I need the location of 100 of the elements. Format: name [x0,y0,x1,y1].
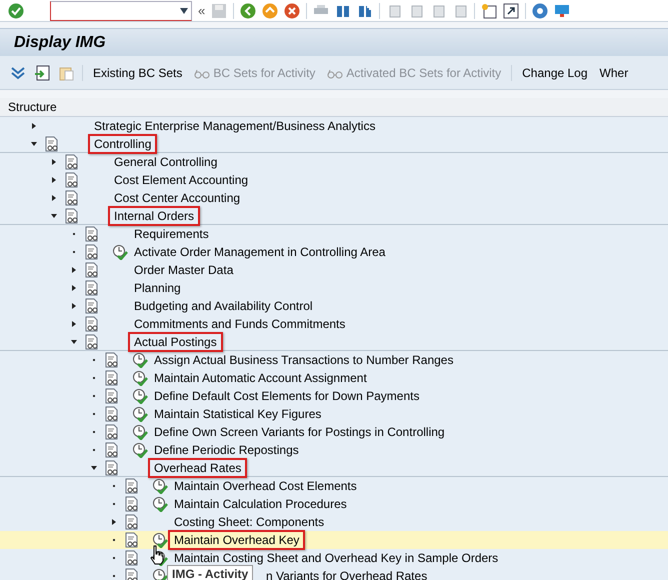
back-icon[interactable] [240,2,256,18]
expand-arrow-icon[interactable] [50,158,58,166]
tree-item[interactable]: Costing Sheet: Components [168,512,330,532]
tree-item[interactable]: Cost Element Accounting [108,170,254,190]
expand-arrow-icon[interactable] [70,302,78,310]
shortcut-icon[interactable] [503,2,520,18]
screen-title: Display IMG [14,32,106,52]
documentation-icon [124,532,140,548]
documentation-icon [104,424,120,440]
execute-activity-icon[interactable] [132,406,148,422]
checkmark-icon[interactable] [8,2,24,18]
documentation-icon [104,460,120,476]
tree-item[interactable]: Actual Postings [128,332,223,352]
new-session-icon[interactable] [481,2,498,18]
collapse-arrow-icon[interactable] [50,212,58,220]
documentation-icon [84,226,100,242]
execute-activity-icon[interactable] [152,568,168,580]
execute-activity-icon[interactable] [132,424,148,440]
bullet-icon [72,232,76,236]
toolbar-button[interactable]: Change Log [520,64,590,82]
expand-arrow-icon[interactable] [70,266,78,274]
tree-item[interactable]: Internal Orders [108,206,200,226]
expand-all-icon[interactable] [10,64,26,80]
documentation-icon [84,316,100,332]
documentation-icon [64,172,80,188]
collapse-arrow-icon[interactable] [30,140,38,148]
bullet-icon [72,250,76,254]
documentation-icon [104,370,120,386]
documentation-icon [124,550,140,566]
execute-activity-icon[interactable] [132,352,148,368]
transfer-icon[interactable] [34,64,50,80]
expand-arrow-icon[interactable] [70,320,78,328]
tree-item[interactable]: Planning [128,278,187,298]
bullet-icon [92,448,96,452]
execute-activity-icon[interactable] [132,388,148,404]
tree-item[interactable]: Cost Center Accounting [108,188,246,208]
execute-activity-icon[interactable] [132,370,148,386]
monitor-icon[interactable] [554,2,570,18]
tree-item[interactable]: Controlling [88,134,158,154]
documentation-icon [124,496,140,512]
tree-item[interactable]: General Controlling [108,152,224,172]
collapse-arrow-icon[interactable] [70,338,78,346]
documentation-icon [104,442,120,458]
selected-row[interactable]: Maintain Overhead Key [0,531,668,549]
documentation-icon [84,334,100,350]
documentation-icon [84,280,100,296]
tree-item[interactable]: Order Master Data [128,260,240,280]
documentation-icon [64,154,80,170]
tree-item[interactable]: Strategic Enterprise Management/Business Analytics [88,116,382,136]
bullet-icon [112,538,116,542]
documentation-icon [44,136,60,152]
tree-item[interactable]: n Variants for Overhead Rates [260,566,434,580]
cancel-icon[interactable] [284,2,300,18]
command-field[interactable] [50,0,192,20]
help-icon[interactable] [532,2,548,18]
tree-item[interactable]: Requirements [128,224,215,244]
bullet-icon [112,502,116,506]
bullet-icon [92,358,96,362]
tree-item[interactable]: Activate Order Management in Controlling Area [128,242,392,262]
tree-item[interactable]: Define Default Cost Elements for Down Payments [148,386,426,406]
tree-item[interactable]: Assign Actual Business Transactions to Number Ranges [148,350,460,370]
tree-item[interactable]: Commitments and Funds Commitments [128,314,352,334]
collapse-arrow-icon[interactable] [90,464,98,472]
bullet-icon [92,394,96,398]
dropdown-arrow-icon[interactable] [180,8,188,14]
toolbar-button[interactable]: Existing BC Sets [91,64,184,82]
tree-item[interactable]: Maintain Overhead Cost Elements [168,476,363,496]
toolbar-button[interactable]: Wher [598,64,630,82]
expand-arrow-icon[interactable] [50,194,58,202]
collapse-button[interactable]: « [198,0,206,20]
expand-arrow-icon[interactable] [30,122,38,130]
documentation-icon [64,208,80,224]
documentation-icon [104,406,120,422]
tree-item[interactable]: Maintain Calculation Procedures [168,494,353,514]
documentation-icon [84,262,100,278]
expand-arrow-icon[interactable] [110,518,118,526]
clipboard-icon[interactable] [58,64,74,80]
tree-item[interactable]: Maintain Statistical Key Figures [148,404,328,424]
execute-activity-icon[interactable] [152,496,168,512]
documentation-icon [84,298,100,314]
tree-item[interactable]: Maintain Automatic Account Assignment [148,368,373,388]
tree-item[interactable]: Maintain Costing Sheet and Overhead Key in Sample Orders [168,548,504,568]
execute-activity-icon[interactable] [152,532,168,548]
documentation-icon [124,568,140,580]
expand-arrow-icon[interactable] [70,284,78,292]
bullet-icon [112,484,116,488]
tree-item[interactable]: Define Periodic Repostings [148,440,305,460]
expand-arrow-icon[interactable] [50,176,58,184]
bullet-icon [92,430,96,434]
execute-activity-icon[interactable] [132,442,148,458]
tree-item[interactable]: Budgeting and Availability Control [128,296,319,316]
tree-item[interactable]: Define Own Screen Variants for Postings in Controlling [148,422,451,442]
documentation-icon [124,514,140,530]
bullet-icon [92,376,96,380]
tree-item[interactable]: Overhead Rates [148,458,248,478]
tree-item[interactable]: Maintain Overhead Key [168,530,306,550]
execute-activity-icon[interactable] [112,244,128,260]
column-header: Structure [0,98,668,117]
bullet-icon [112,574,116,578]
execute-activity-icon[interactable] [152,478,168,494]
